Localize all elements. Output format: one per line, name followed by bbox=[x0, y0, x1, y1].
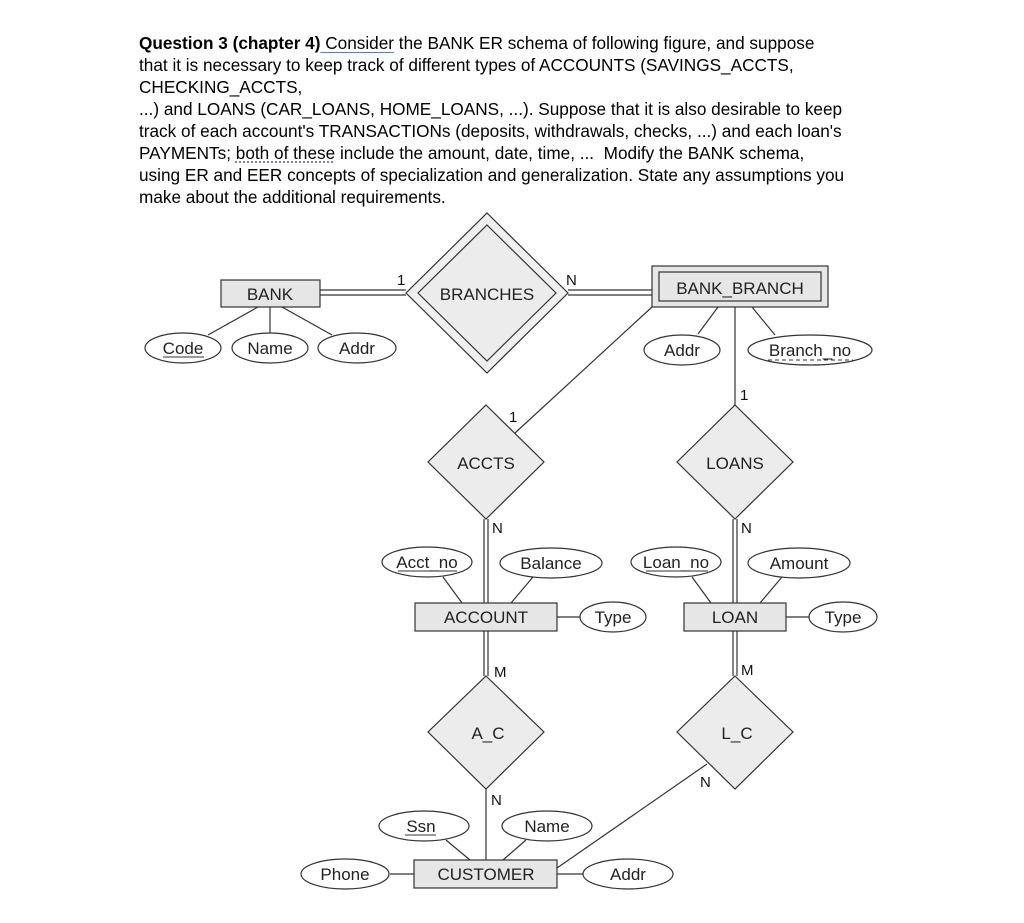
label-attr-branch-no: Branch_no bbox=[769, 341, 851, 360]
card-branches-branch: N bbox=[566, 272, 577, 289]
card-accts-branch: 1 bbox=[509, 409, 517, 426]
card-ac-customer: N bbox=[491, 792, 502, 809]
label-attr-loan-no: Loan_no bbox=[643, 553, 709, 572]
label-l-c: L_C bbox=[721, 724, 752, 743]
label-attr-bank-name: Name bbox=[247, 339, 292, 358]
label-bank: BANK bbox=[247, 285, 294, 304]
label-loan: LOAN bbox=[712, 608, 758, 627]
label-attr-customer-addr: Addr bbox=[610, 865, 646, 884]
label-account: ACCOUNT bbox=[444, 608, 528, 627]
link-loanno bbox=[691, 576, 712, 604]
link-bank-code bbox=[207, 306, 259, 336]
link-balance bbox=[510, 576, 534, 604]
er-diagram: BANK BANK_BRANCH ACCOUNT LOAN CUSTOMER B… bbox=[144, 212, 878, 890]
link-branch-no bbox=[751, 306, 776, 336]
label-attr-customer-name: Name bbox=[524, 817, 569, 836]
label-attr-branch-addr: Addr bbox=[664, 341, 700, 360]
card-accts-account: N bbox=[492, 520, 503, 537]
link-branch-accts bbox=[514, 306, 653, 434]
card-branches-bank: 1 bbox=[397, 272, 405, 289]
card-ac-account: M bbox=[494, 664, 507, 681]
link-acctno bbox=[442, 576, 463, 604]
label-attr-code: Code bbox=[163, 339, 204, 358]
link-customer-name bbox=[502, 839, 527, 861]
label-a-c: A_C bbox=[471, 724, 504, 743]
link-amount bbox=[759, 576, 783, 604]
label-branches: BRANCHES bbox=[440, 285, 534, 304]
label-loans: LOANS bbox=[706, 454, 764, 473]
label-attr-balance: Balance bbox=[520, 554, 581, 573]
label-attr-acct-no: Acct_no bbox=[396, 553, 457, 572]
link-branch-addr bbox=[697, 306, 719, 335]
card-lc-customer: N bbox=[700, 774, 711, 791]
link-bank-addr bbox=[281, 306, 333, 336]
label-attr-phone: Phone bbox=[320, 865, 369, 884]
label-attr-amount: Amount bbox=[770, 554, 829, 573]
card-loans-loan: N bbox=[741, 520, 752, 537]
label-attr-bank-addr: Addr bbox=[339, 339, 375, 358]
label-customer: CUSTOMER bbox=[438, 865, 535, 884]
card-lc-loan: M bbox=[741, 662, 754, 679]
label-bank-branch: BANK_BRANCH bbox=[676, 279, 804, 298]
label-accts: ACCTS bbox=[457, 454, 515, 473]
label-attr-loan-type: Type bbox=[825, 608, 862, 627]
card-loans-branch: 1 bbox=[740, 387, 748, 404]
label-attr-account-type: Type bbox=[595, 608, 632, 627]
label-attr-ssn: Ssn bbox=[406, 817, 435, 836]
link-ssn bbox=[445, 839, 471, 861]
